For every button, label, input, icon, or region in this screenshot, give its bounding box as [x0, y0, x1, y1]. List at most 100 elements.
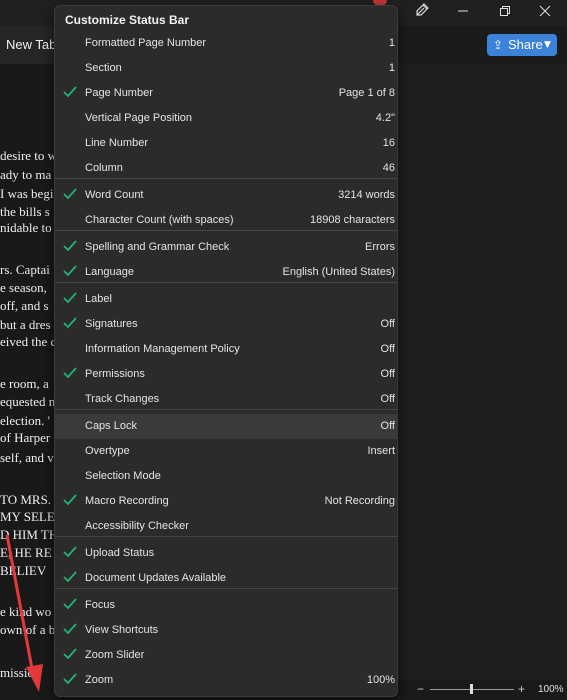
menu-item-spelling-and-grammar-check[interactable]: Spelling and Grammar Check Errors — [55, 235, 397, 260]
menu-item-character-count-with-spaces[interactable]: Character Count (with spaces) 18908 chara… — [55, 208, 397, 233]
tab-new-tab[interactable]: New Tab — [0, 26, 58, 64]
menu-item-column[interactable]: Column 46 — [55, 156, 397, 181]
menu-item-label: Formatted Page Number — [85, 37, 207, 49]
menu-item-label: Focus — [85, 599, 115, 611]
menu-item-upload-status[interactable]: Upload Status — [55, 541, 397, 566]
document-text-line: ady to ma — [0, 167, 52, 182]
checkmark-icon — [62, 84, 78, 100]
menu-item-value: Off — [380, 368, 395, 380]
menu-item-label: Vertical Page Position — [85, 112, 193, 124]
checkmark-icon — [62, 596, 78, 612]
menu-item-label: Word Count — [85, 189, 144, 201]
menu-item-value: Off — [380, 393, 395, 405]
menu-item-label: Spelling and Grammar Check — [85, 241, 230, 253]
checkmark-icon — [62, 186, 78, 202]
document-text-line: equested n — [0, 394, 56, 409]
checkmark-icon — [62, 315, 78, 331]
menu-item-page-number[interactable]: Page Number Page 1 of 8 — [55, 81, 397, 106]
menu-item-label: Line Number — [85, 137, 148, 149]
document-text-line: e kind wo — [0, 604, 52, 619]
document-text-line: off, and s — [0, 298, 49, 313]
share-label: Share — [508, 37, 543, 52]
menu-item-value: 4.2" — [375, 112, 395, 124]
menu-item-value: 100% — [366, 674, 395, 686]
menu-item-focus[interactable]: Focus — [55, 593, 397, 618]
restore-icon[interactable] — [490, 2, 520, 24]
zoom-out-button[interactable]: − — [417, 682, 424, 696]
menu-item-label: Page Number — [85, 87, 153, 99]
menu-item-label: Overtype — [85, 445, 130, 457]
menu-item-label: Column — [85, 162, 123, 174]
menu-item-label: Signatures — [85, 318, 138, 330]
menu-item-label: Character Count (with spaces) — [85, 214, 234, 226]
menu-item-section[interactable]: Section 1 — [55, 56, 397, 81]
share-icon: ⇪ — [493, 38, 504, 52]
minimize-icon[interactable] — [448, 2, 478, 24]
document-text-line: of Harper — [0, 430, 51, 445]
menu-item-value: Off — [380, 420, 395, 432]
menu-item-label: Zoom — [85, 674, 114, 686]
document-text-line: self, and v — [0, 450, 54, 465]
menu-item-selection-mode[interactable]: Selection Mode — [55, 464, 397, 489]
menu-item-value: English (United States) — [282, 266, 396, 278]
tab-label: New Tab — [6, 37, 57, 52]
share-button[interactable]: ⇪ Share ▼ — [487, 34, 557, 56]
menu-item-word-count[interactable]: Word Count 3214 words — [55, 183, 397, 208]
checkmark-icon — [62, 646, 78, 662]
menu-item-value: Page 1 of 8 — [338, 87, 395, 99]
menu-item-value: 16 — [382, 137, 395, 149]
document-text-line: D HIM TH — [0, 527, 59, 542]
document-text-line: E, HE RE — [0, 545, 52, 560]
menu-item-label: Permissions — [85, 368, 145, 380]
document-text-line: e season, — [0, 280, 47, 295]
menu-item-line-number[interactable]: Line Number 16 — [55, 131, 397, 156]
menu-item-zoom[interactable]: Zoom 100% — [55, 668, 397, 693]
menu-item-value: Off — [380, 343, 395, 355]
menu-item-information-management-policy[interactable]: Information Management Policy Off — [55, 337, 397, 362]
menu-item-caps-lock[interactable]: Caps Lock Off — [55, 414, 397, 439]
menu-item-label[interactable]: Label — [55, 287, 397, 312]
menu-item-label: Selection Mode — [85, 470, 161, 482]
document-text-line: own of a b — [0, 622, 56, 637]
zoom-slider-thumb[interactable] — [470, 684, 473, 694]
document-text-line: but a dres — [0, 317, 51, 332]
menu-item-label: Track Changes — [85, 393, 160, 405]
checkmark-icon — [62, 290, 78, 306]
document-text-line: I was begi — [0, 186, 54, 201]
zoom-in-button[interactable]: + — [518, 682, 525, 696]
menu-item-zoom-slider[interactable]: Zoom Slider — [55, 643, 397, 668]
chevron-down-icon: ▼ — [544, 40, 551, 50]
menu-item-label: Upload Status — [85, 547, 155, 559]
menu-item-document-updates-available[interactable]: Document Updates Available — [55, 566, 397, 591]
menu-item-label: Information Management Policy — [85, 343, 240, 355]
close-icon[interactable] — [530, 2, 560, 24]
menu-item-view-shortcuts[interactable]: View Shortcuts — [55, 618, 397, 643]
menu-item-signatures[interactable]: Signatures Off — [55, 312, 397, 337]
menu-item-vertical-page-position[interactable]: Vertical Page Position 4.2" — [55, 106, 397, 131]
menu-item-formatted-page-number[interactable]: Formatted Page Number 1 — [55, 31, 397, 56]
menu-item-label: Language — [85, 266, 134, 278]
zoom-level[interactable]: 100% — [538, 684, 564, 695]
menu-item-language[interactable]: Language English (United States) — [55, 260, 397, 285]
menu-item-value: 18908 characters — [310, 214, 395, 226]
document-text-line: desire to w — [0, 148, 58, 163]
document-text-line: BELIEV — [0, 563, 47, 578]
document-text-line: the bills s — [0, 204, 50, 219]
menu-item-value: Insert — [367, 445, 395, 457]
pen-icon[interactable] — [407, 2, 437, 24]
menu-item-accessibility-checker[interactable]: Accessibility Checker — [55, 514, 397, 539]
menu-item-value: 1 — [388, 62, 395, 74]
menu-item-track-changes[interactable]: Track Changes Off — [55, 387, 397, 412]
menu-item-label: Document Updates Available — [85, 572, 227, 584]
checkmark-icon — [62, 621, 78, 637]
menu-item-label: Accessibility Checker — [85, 520, 189, 532]
checkmark-icon — [62, 569, 78, 585]
document-text-line: e room, a — [0, 376, 49, 391]
menu-item-macro-recording[interactable]: Macro Recording Not Recording — [55, 489, 397, 514]
checkmark-icon — [62, 492, 78, 508]
menu-item-label: Macro Recording — [85, 495, 169, 507]
menu-item-permissions[interactable]: Permissions Off — [55, 362, 397, 387]
menu-item-overtype[interactable]: Overtype Insert — [55, 439, 397, 464]
menu-item-value: 1 — [388, 37, 395, 49]
document-text-line: eived the c — [0, 334, 57, 349]
